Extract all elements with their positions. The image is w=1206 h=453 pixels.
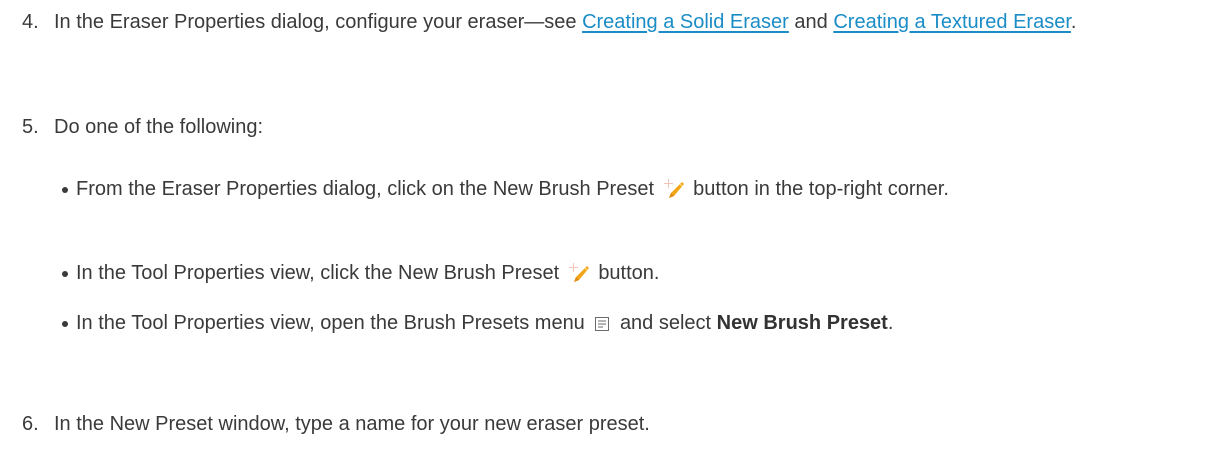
new-brush-preset-icon: [568, 260, 590, 294]
bullet-text: In the Tool Properties view, click the N…: [76, 262, 560, 284]
menu-icon: [593, 310, 611, 344]
step-5: 5. Do one of the following:: [22, 110, 1198, 144]
list-item: In the Tool Properties view, open the Br…: [62, 306, 1146, 344]
period: .: [1070, 11, 1077, 33]
step-number: 5.: [22, 116, 39, 138]
list-item: From the Eraser Properties dialog, click…: [62, 172, 1146, 210]
bullet-text: and select: [619, 312, 712, 334]
period: .: [887, 312, 894, 334]
menu-item-name: New Brush Preset: [716, 312, 888, 334]
step-text: In the Eraser Properties dialog, configu…: [54, 11, 577, 33]
step-number: 6.: [22, 413, 39, 435]
step-6: 6. In the New Preset window, type a name…: [22, 407, 1198, 441]
bullet-dot: [62, 271, 68, 277]
conjunction-text: and: [794, 11, 828, 33]
bullet-dot: [62, 321, 68, 327]
step-number: 4.: [22, 11, 39, 33]
bullet-text: From the Eraser Properties dialog, click…: [76, 178, 655, 200]
bullet-dot: [62, 187, 68, 193]
link-creating-solid-eraser[interactable]: Creating a Solid Eraser: [582, 11, 789, 33]
new-brush-preset-icon: [663, 176, 685, 210]
bullet-text: button.: [598, 262, 660, 284]
link-creating-textured-eraser[interactable]: Creating a Textured Eraser: [833, 11, 1071, 33]
step-text: Do one of the following:: [54, 116, 264, 138]
bullet-text: button in the top-right corner.: [693, 178, 949, 200]
document: 4. In the Eraser Properties dialog, conf…: [0, 0, 1206, 453]
list-item: In the Tool Properties view, click the N…: [62, 256, 1146, 294]
bullet-text: In the Tool Properties view, open the Br…: [76, 312, 585, 334]
step-4: 4. In the Eraser Properties dialog, conf…: [22, 5, 1198, 39]
step-text: In the New Preset window, type a name fo…: [54, 413, 650, 435]
